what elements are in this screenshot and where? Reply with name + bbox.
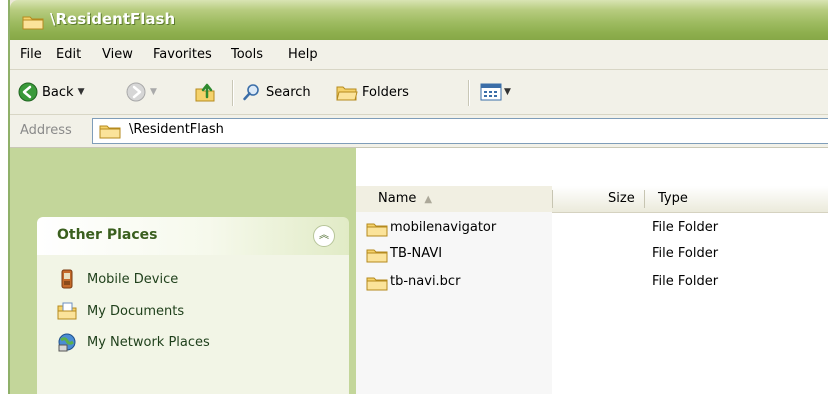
column-header-size[interactable]: Size: [608, 191, 635, 206]
menu-edit[interactable]: Edit: [56, 47, 81, 62]
toolbar-separator: [468, 80, 470, 106]
place-mobile-device[interactable]: Mobile Device: [57, 268, 178, 290]
folder-icon: [22, 16, 44, 30]
forward-dropdown-icon[interactable]: ▼: [150, 87, 157, 97]
menu-bar: File Edit View Favorites Tools Help: [10, 40, 828, 70]
folder-icon: [366, 277, 388, 291]
back-label: Back: [42, 84, 74, 100]
views-dropdown-icon[interactable]: ▼: [504, 87, 511, 97]
column-name-label: Name: [378, 191, 417, 206]
explorer-window: \ResidentFlash File Edit View Favorites …: [8, 0, 828, 394]
search-button[interactable]: Search: [242, 70, 311, 114]
network-places-icon: [58, 333, 76, 352]
menu-help[interactable]: Help: [288, 47, 318, 62]
place-label: My Network Places: [87, 334, 210, 350]
toolbar-separator: [232, 80, 234, 106]
column-divider[interactable]: [644, 190, 645, 208]
file-type: File Folder: [652, 220, 719, 235]
file-name: mobilenavigator: [390, 220, 497, 235]
other-places-header[interactable]: Other Places ︽: [37, 217, 349, 255]
back-button[interactable]: Back ▼: [18, 70, 84, 114]
place-my-documents[interactable]: My Documents: [57, 300, 184, 322]
folders-button[interactable]: Folders: [336, 70, 409, 114]
collapse-chevron-icon[interactable]: ︽: [313, 225, 335, 247]
column-header-name[interactable]: Name ▲: [378, 191, 432, 206]
file-type: File Folder: [652, 274, 719, 289]
address-input[interactable]: \ResidentFlash: [92, 118, 828, 144]
window-title: \ResidentFlash: [50, 10, 176, 28]
views-icon: [480, 83, 502, 101]
file-row[interactable]: mobilenavigator File Folder: [356, 218, 828, 240]
task-pane: Other Places ︽ Mobile Device My Document…: [10, 148, 356, 394]
forward-button[interactable]: ▼: [126, 70, 157, 114]
folders-icon: [336, 86, 358, 101]
file-row[interactable]: tb-navi.bcr File Folder: [356, 272, 828, 294]
other-places-title: Other Places: [57, 227, 158, 243]
folder-icon: [366, 223, 388, 237]
other-places-body: Mobile Device My Documents My Network Pl…: [37, 255, 349, 394]
column-divider[interactable]: [552, 190, 553, 208]
other-places-panel: Other Places ︽ Mobile Device My Document…: [37, 217, 349, 394]
place-my-network-places[interactable]: My Network Places: [57, 331, 210, 353]
file-list: Name ▲ Size Type mobilenavigator File Fol…: [356, 148, 828, 394]
menu-favorites[interactable]: Favorites: [153, 47, 212, 62]
my-documents-icon: [57, 302, 77, 320]
address-bar: Address \ResidentFlash: [10, 115, 828, 148]
address-label: Address: [20, 123, 72, 138]
folder-icon: [99, 125, 121, 139]
place-label: Mobile Device: [87, 271, 179, 287]
file-row[interactable]: TB-NAVI File Folder: [356, 244, 828, 266]
address-value: \ResidentFlash: [129, 122, 224, 137]
column-header-type[interactable]: Type: [658, 191, 688, 206]
forward-arrow-icon: [126, 82, 146, 102]
place-label: My Documents: [87, 303, 185, 319]
back-dropdown-icon[interactable]: ▼: [78, 87, 85, 97]
title-bar[interactable]: \ResidentFlash: [10, 0, 828, 40]
search-icon: [243, 84, 259, 101]
up-folder-button[interactable]: [194, 70, 216, 114]
toolbar: Back ▼ ▼ Search Folders ▼: [10, 70, 828, 115]
file-name: TB-NAVI: [390, 246, 443, 261]
search-label: Search: [266, 84, 311, 100]
menu-tools[interactable]: Tools: [231, 47, 263, 62]
file-name: tb-navi.bcr: [390, 274, 461, 289]
file-type: File Folder: [652, 246, 719, 261]
menu-view[interactable]: View: [102, 47, 133, 62]
folder-icon: [366, 249, 388, 263]
menu-file[interactable]: File: [20, 47, 42, 62]
mobile-device-icon: [61, 269, 73, 289]
back-arrow-icon: [18, 82, 38, 102]
folders-label: Folders: [362, 84, 409, 100]
views-button[interactable]: ▼: [480, 70, 511, 114]
sort-ascending-icon: ▲: [424, 194, 433, 205]
column-header-row: Name ▲ Size Type: [356, 186, 828, 213]
up-folder-icon: [195, 83, 215, 102]
